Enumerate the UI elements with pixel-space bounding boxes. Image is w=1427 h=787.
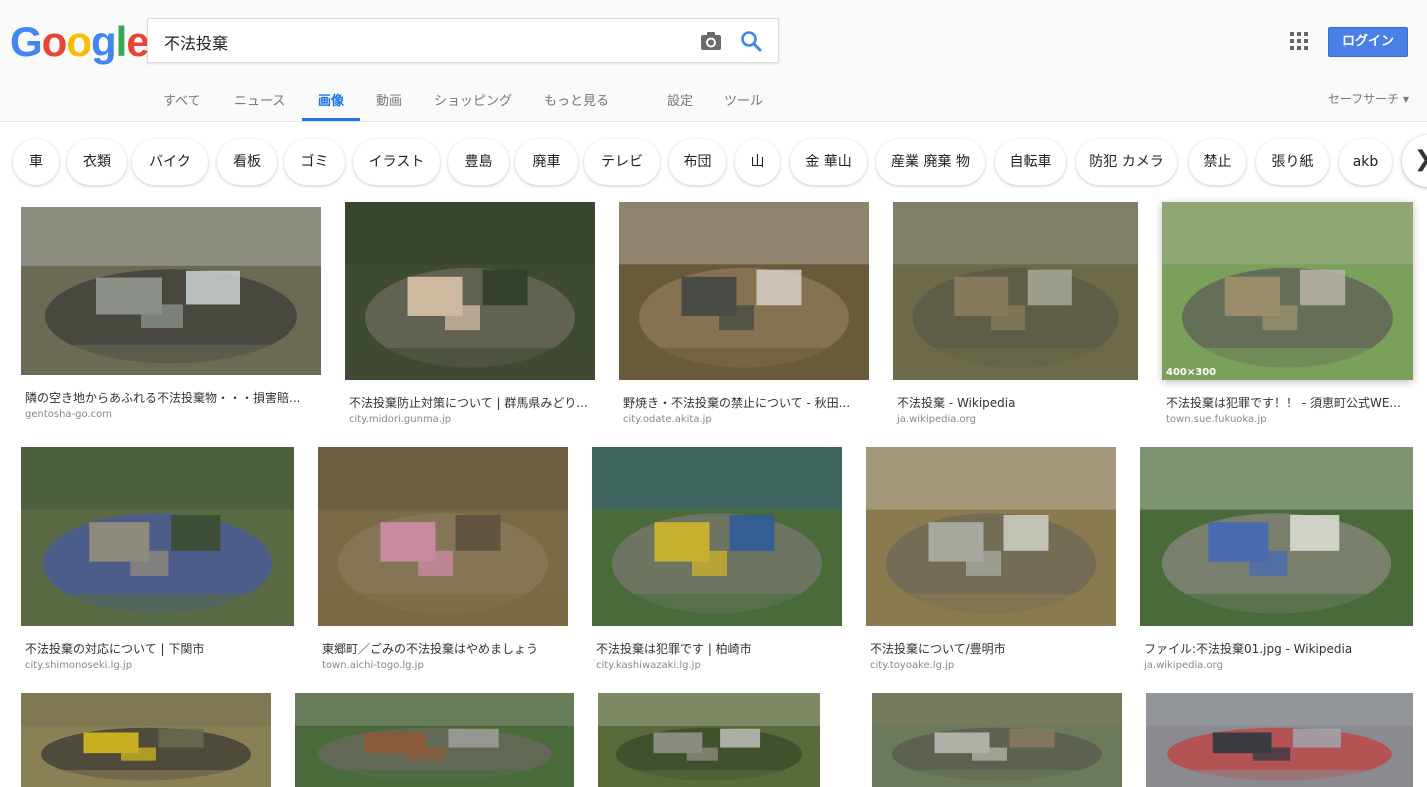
related-chip[interactable]: バイク (132, 139, 208, 185)
result-title[interactable]: 不法投棄は犯罪です | 柏崎市 (596, 640, 840, 657)
related-chip[interactable]: 豊島 (448, 139, 509, 185)
active-tab-indicator (302, 118, 360, 121)
related-chip[interactable]: 金 華山 (790, 139, 867, 185)
thumbnail-image (893, 202, 1138, 380)
thumbnail-image (295, 693, 574, 787)
related-chip[interactable]: 衣類 (67, 139, 127, 185)
result-thumbnail[interactable]: 400×300 (1162, 202, 1413, 380)
result-domain[interactable]: city.toyoake.lg.jp (870, 660, 954, 671)
result-domain[interactable]: city.kashiwazaki.lg.jp (596, 660, 701, 671)
result-title[interactable]: 不法投棄の対応について | 下関市 (25, 640, 292, 657)
related-chip[interactable]: 山 (735, 139, 780, 185)
result-domain[interactable]: town.aichi-togo.lg.jp (322, 660, 424, 671)
related-chip[interactable]: 車 (13, 139, 59, 185)
tab-more[interactable]: もっと見る (544, 90, 609, 109)
result-title[interactable]: ファイル:不法投棄01.jpg - Wikipedia (1144, 640, 1411, 657)
thumbnail-image (21, 207, 321, 375)
thumbnail-image (619, 202, 869, 380)
related-chip[interactable]: 張り紙 (1256, 139, 1329, 185)
thumbnail-image (592, 447, 842, 626)
result-thumbnail[interactable] (872, 693, 1122, 787)
top-header: Google 不法投棄 ログイン すべて ニュース 画像 動画 ショッピング も… (0, 0, 1427, 122)
thumbnail-image (1162, 202, 1413, 380)
thumbnail-image (318, 447, 568, 626)
logo-letter: o (41, 18, 68, 65)
related-chip[interactable]: akb (1339, 139, 1392, 185)
result-thumbnail[interactable] (598, 693, 820, 787)
search-input[interactable]: 不法投棄 (164, 30, 228, 54)
search-icon[interactable] (740, 30, 762, 52)
tab-news[interactable]: ニュース (234, 90, 285, 109)
camera-icon[interactable] (700, 31, 722, 51)
thumbnail-image (345, 202, 595, 380)
result-thumbnail[interactable] (866, 447, 1116, 626)
result-thumbnail[interactable] (21, 447, 294, 626)
thumbnail-image (1146, 693, 1413, 787)
login-button[interactable]: ログイン (1328, 27, 1408, 57)
result-title[interactable]: 野焼き・不法投棄の禁止について - 秋田... (623, 394, 867, 411)
logo-letter: e (126, 18, 149, 65)
google-logo[interactable]: Google (10, 18, 150, 66)
result-domain[interactable]: ja.wikipedia.org (1144, 660, 1223, 671)
thumbnail-image (598, 693, 820, 787)
result-thumbnail[interactable] (893, 202, 1138, 380)
logo-letter: G (10, 18, 43, 65)
tab-images[interactable]: 画像 (318, 90, 344, 109)
result-title[interactable]: 東郷町／ごみの不法投棄はやめましょう (322, 640, 566, 657)
result-domain[interactable]: gentosha-go.com (25, 409, 112, 420)
result-thumbnail[interactable] (295, 693, 574, 787)
related-chip[interactable]: テレビ (584, 139, 660, 185)
result-title[interactable]: 不法投棄について/豊明市 (870, 640, 1114, 657)
result-domain[interactable]: ja.wikipedia.org (897, 414, 976, 425)
logo-letter: l (115, 18, 128, 65)
result-domain[interactable]: town.sue.fukuoka.jp (1166, 414, 1266, 425)
related-chips-bar: 車衣類 バイク 看板 ゴミ イラスト 豊島 廃車 テレビ 布団山金 華山 産業 廃棄 物自転車 防犯… (0, 122, 1427, 200)
tab-videos[interactable]: 動画 (376, 90, 402, 109)
result-thumbnail[interactable] (21, 207, 321, 375)
result-thumbnail[interactable] (1146, 693, 1413, 787)
thumbnail-image (1140, 447, 1413, 626)
thumbnail-image (866, 447, 1116, 626)
tab-settings[interactable]: 設定 (667, 90, 693, 109)
tab-tools[interactable]: ツール (724, 90, 763, 109)
related-chip[interactable]: 自転車 (995, 139, 1066, 185)
image-dimensions: 400×300 (1166, 367, 1217, 378)
chevron-right-icon: ❯ (1414, 147, 1427, 172)
result-title[interactable]: 不法投棄は犯罪です！！ - 須恵町公式WE... (1166, 394, 1411, 411)
logo-letter: o (66, 18, 92, 65)
related-chip[interactable]: 布団 (669, 139, 726, 185)
thumbnail-image (21, 447, 294, 626)
result-thumbnail[interactable] (619, 202, 869, 380)
result-thumbnail[interactable] (21, 693, 271, 787)
related-chip[interactable]: 産業 廃棄 物 (876, 139, 985, 185)
result-thumbnail[interactable] (345, 202, 595, 380)
related-chip[interactable]: 防犯 カメラ (1076, 139, 1177, 185)
apps-grid-icon[interactable] (1290, 32, 1308, 50)
tab-shopping[interactable]: ショッピング (434, 90, 512, 109)
search-tabs: すべて ニュース 画像 動画 ショッピング もっと見る 設定 ツール セーフサー… (0, 80, 1427, 122)
result-domain[interactable]: city.odate.akita.jp (623, 414, 712, 425)
thumbnail-image (872, 693, 1122, 787)
tab-all[interactable]: すべて (163, 90, 201, 109)
result-domain[interactable]: city.shimonoseki.lg.jp (25, 660, 132, 671)
logo-letter: g (90, 18, 117, 65)
result-thumbnail[interactable] (318, 447, 568, 626)
thumbnail-image (21, 693, 271, 787)
safesearch-menu[interactable]: セーフサーチ ▾ (1328, 90, 1409, 107)
result-title[interactable]: 不法投棄防止対策について | 群馬県みどり... (349, 394, 593, 411)
related-chip[interactable]: 看板 (217, 139, 277, 185)
result-title[interactable]: 不法投棄 - Wikipedia (897, 394, 1136, 411)
result-thumbnail[interactable] (1140, 447, 1413, 626)
related-chip[interactable]: 廃車 (515, 139, 578, 185)
result-domain[interactable]: city.midori.gunma.jp (349, 414, 451, 425)
result-title[interactable]: 隣の空き地からあふれる不法投棄物・・・損害賠... (25, 389, 319, 406)
chips-next-button[interactable]: ❯ (1402, 135, 1427, 187)
result-thumbnail[interactable] (592, 447, 842, 626)
search-box[interactable]: 不法投棄 (147, 18, 779, 63)
related-chip[interactable]: 禁止 (1189, 139, 1246, 185)
related-chip[interactable]: ゴミ (284, 139, 345, 185)
related-chip[interactable]: イラスト (353, 139, 440, 185)
